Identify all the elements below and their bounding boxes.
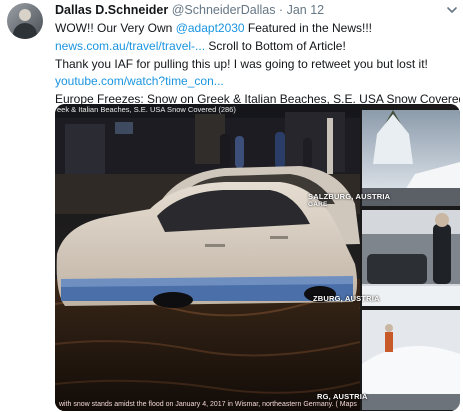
video-title-overlay: eek & Italian Beaches, S.E. USA Snow Cov… [57, 105, 236, 114]
thumbnail-sublabel-1: GARE [308, 201, 328, 208]
video-frame [55, 104, 460, 411]
tweet-line-4: youtube.com/watch?time_con... [55, 73, 460, 91]
text-segment: Scroll to Bottom of Article! [205, 38, 346, 53]
tweet-header: Dallas D.Schneider @SchneiderDallas · Ja… [55, 3, 324, 17]
tweet-line-2: news.com.au/travel/travel-... Scroll to … [55, 38, 460, 56]
tweet-line-1: WOW!! Our Very Own @adapt2030 Featured i… [55, 20, 460, 38]
tweet-date[interactable]: Jan 12 [287, 3, 325, 17]
tweet-line-3: Thank you IAF for pulling this up! I was… [55, 56, 428, 71]
meta-separator: · [275, 3, 287, 17]
thumbnail-label-2: ZBURG, AUSTRIA [313, 294, 380, 303]
photo-caption-overlay: with snow stands amidst the flood on Jan… [59, 401, 357, 408]
avatar[interactable] [7, 3, 43, 39]
thumbnail-label-1: SALZBURG, AUSTRIA [308, 192, 391, 201]
mention-link[interactable]: @adapt2030 [176, 21, 245, 35]
youtube-link[interactable]: youtube.com/watch?time_con... [55, 74, 224, 88]
text-segment: Featured in the News!!! [244, 21, 372, 35]
avatar-head [19, 9, 31, 21]
author-name[interactable]: Dallas D.Schneider [55, 3, 168, 17]
thumbnail-label-3: RG, AUSTRIA [317, 392, 368, 401]
chevron-down-icon[interactable] [445, 3, 459, 17]
avatar-body [13, 23, 37, 39]
tweet-text: WOW!! Our Very Own @adapt2030 Featured i… [55, 20, 460, 109]
author-handle[interactable]: @SchneiderDallas [172, 3, 276, 17]
text-segment: WOW!! Our Very Own [55, 21, 176, 35]
article-link[interactable]: news.com.au/travel/travel-... [55, 39, 205, 53]
video-preview[interactable]: eek & Italian Beaches, S.E. USA Snow Cov… [55, 104, 460, 411]
